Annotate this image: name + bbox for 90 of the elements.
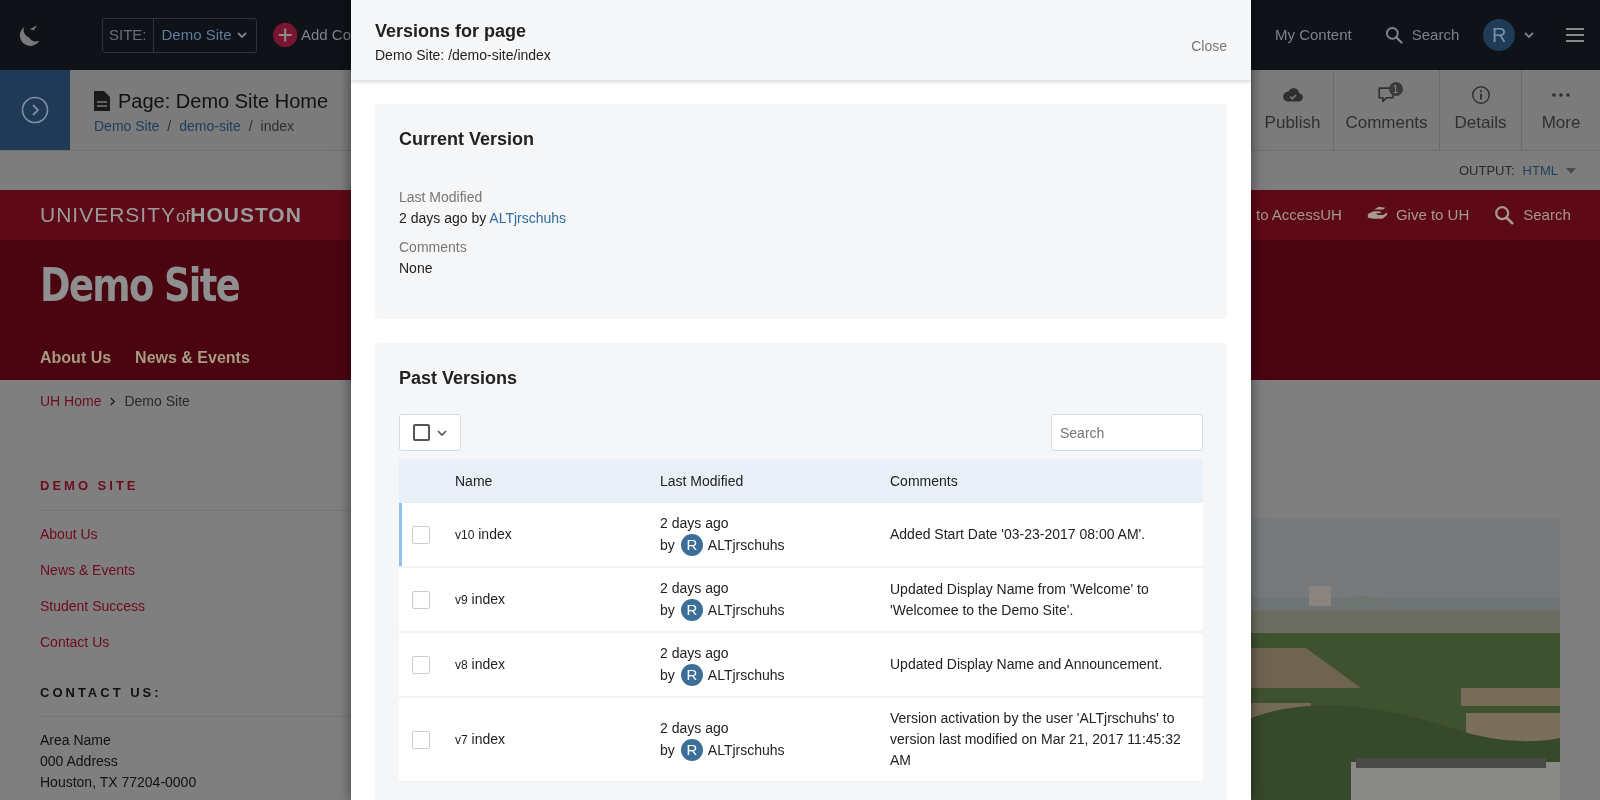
menu-icon <box>1566 28 1584 42</box>
version-comment: Added Start Date '03-23-2017 08:00 AM'. <box>890 525 1147 544</box>
page-title: Page: Demo Site Home <box>118 89 329 114</box>
table-row[interactable]: v8 index 2 days ago by R ALTjrschuhs Updated Display Name and Announcement. <box>399 633 1203 698</box>
table-row[interactable]: v10 index 2 days ago by R ALTjrschuhs Added Start Date '03-23-2017 08:00 AM'. <box>399 503 1203 568</box>
version-name: v10 index <box>455 525 513 544</box>
table-row[interactable]: v9 index 2 days ago by R ALTjrschuhs Updated Display Name from 'Welcome' to 'Welcomee to the Demo Site'. <box>399 568 1203 633</box>
contact-heading: CONTACT US: <box>40 683 163 702</box>
user-name: ALTjrschuhs <box>707 740 785 760</box>
chevron-down-icon <box>1523 29 1536 41</box>
utility-link[interactable]: Give to UH <box>1365 203 1470 227</box>
by-label: by <box>660 600 675 620</box>
section-heading: Current Version <box>399 128 536 151</box>
version-comment: Version activation by the user 'ALTjrschuhs' to version last modified on Mar 21, 2017 11:45:32 AM <box>890 709 1182 770</box>
breadcrumb-separator: / <box>248 117 253 136</box>
close-button[interactable]: Close <box>1191 34 1227 59</box>
sidebar-heading: DEMO SITE <box>40 477 140 495</box>
count-badge: 1 <box>1388 82 1403 96</box>
user-avatar: R <box>680 664 703 686</box>
chevron-circle-icon <box>21 96 49 124</box>
modal-subtitle: Demo Site: /demo-site/index <box>375 46 551 65</box>
user-name: ALTjrschuhs <box>707 600 785 620</box>
comments-value: None <box>399 259 434 278</box>
site-title: Demo Site <box>40 262 241 308</box>
user-avatar: R <box>680 739 703 761</box>
select-all-dropdown[interactable] <box>399 414 461 451</box>
output-select[interactable]: HTML <box>1522 160 1558 181</box>
address-line: Houston, TX 77204-0000 <box>40 773 198 792</box>
version-name: v8 index <box>455 655 507 674</box>
by-label: by <box>660 535 675 555</box>
address-line: 000 Address <box>40 752 119 771</box>
search-field[interactable]: Search <box>1051 414 1203 451</box>
my-content-link[interactable]: My Content <box>1275 23 1352 47</box>
nav-link[interactable]: News & Events <box>135 346 250 370</box>
sidebar-link[interactable]: Student Success <box>40 595 351 617</box>
site-select[interactable]: SITE: Demo Site <box>102 17 257 53</box>
column-header: Name <box>455 471 494 491</box>
document-icon <box>94 91 110 111</box>
user-avatar: R <box>680 534 703 556</box>
version-name: v7 index <box>455 730 507 749</box>
user-avatar: R <box>680 599 703 621</box>
field-label: Last Modified <box>399 188 484 207</box>
checkbox[interactable] <box>412 424 430 441</box>
modified-date: 2 days ago <box>660 644 730 663</box>
user-name: ALTjrschuhs <box>707 535 785 555</box>
version-name: v9 index <box>455 590 507 609</box>
breadcrumb-link[interactable]: Demo Site <box>94 116 160 137</box>
modified-date: 2 days ago <box>660 514 730 533</box>
user-avatar[interactable]: R <box>1483 19 1516 51</box>
search-icon <box>1383 25 1404 45</box>
output-label: OUTPUT: <box>1459 161 1515 180</box>
search-icon <box>1493 204 1516 226</box>
last-modified-value: 2 days ago by ALTjrschuhs <box>399 209 568 228</box>
search-button[interactable]: Search <box>1383 23 1460 47</box>
table-row[interactable]: v7 index 2 days ago by R ALTjrschuhs Version activation by the user 'ALTjrschuhs' to version last modified on Mar 21, 2017 11:45:32 AM <box>399 698 1203 783</box>
version-comment: Updated Display Name and Announcement. <box>890 655 1164 674</box>
chevron-down-icon <box>235 29 248 41</box>
utility-link[interactable]: Search <box>1493 203 1571 227</box>
nav-link[interactable]: About Us <box>40 346 112 370</box>
column-header: Last Modified <box>660 471 745 491</box>
modified-date: 2 days ago <box>660 579 730 598</box>
breadcrumb-link[interactable]: UH Home <box>40 391 102 412</box>
address-line: Area Name <box>40 731 112 750</box>
sidebar-link[interactable]: News & Events <box>40 559 351 581</box>
site-label: SITE: <box>103 18 154 52</box>
sidebar-link[interactable]: Contact Us <box>40 631 351 653</box>
user-name: ALTjrschuhs <box>707 665 785 685</box>
modal-title: Versions for page <box>375 20 528 43</box>
modified-date: 2 days ago <box>660 719 730 738</box>
add-icon <box>272 20 297 50</box>
breadcrumb-current: Demo Site <box>124 392 190 411</box>
ellipsis-icon <box>1552 93 1570 98</box>
caret-down-icon <box>1566 167 1576 174</box>
column-header: Comments <box>890 471 959 491</box>
chevron-right-icon <box>109 397 117 406</box>
by-label: by <box>660 665 675 685</box>
utility-link[interactable]: to AccessUH <box>1256 203 1342 227</box>
sidebar-link[interactable]: About Us <box>40 523 351 545</box>
add-content-button[interactable]: Add Co <box>300 23 351 47</box>
info-icon <box>1469 84 1492 107</box>
breadcrumb-separator: / <box>167 117 172 136</box>
university-wordmark: UNIVERSITYofHOUSTON <box>40 202 303 229</box>
version-comment: Updated Display Name from 'Welcome' to 'Welcomee to the Demo Site'. <box>890 579 1150 620</box>
by-label: by <box>660 740 675 760</box>
sidebar-toggle[interactable] <box>0 70 70 150</box>
breadcrumb-current: index <box>260 117 295 136</box>
section-heading: Past Versions <box>399 367 519 390</box>
user-link[interactable]: ALTjrschuhs <box>489 210 567 226</box>
breadcrumb-link[interactable]: demo-site <box>179 116 241 137</box>
field-label: Comments <box>399 238 468 257</box>
